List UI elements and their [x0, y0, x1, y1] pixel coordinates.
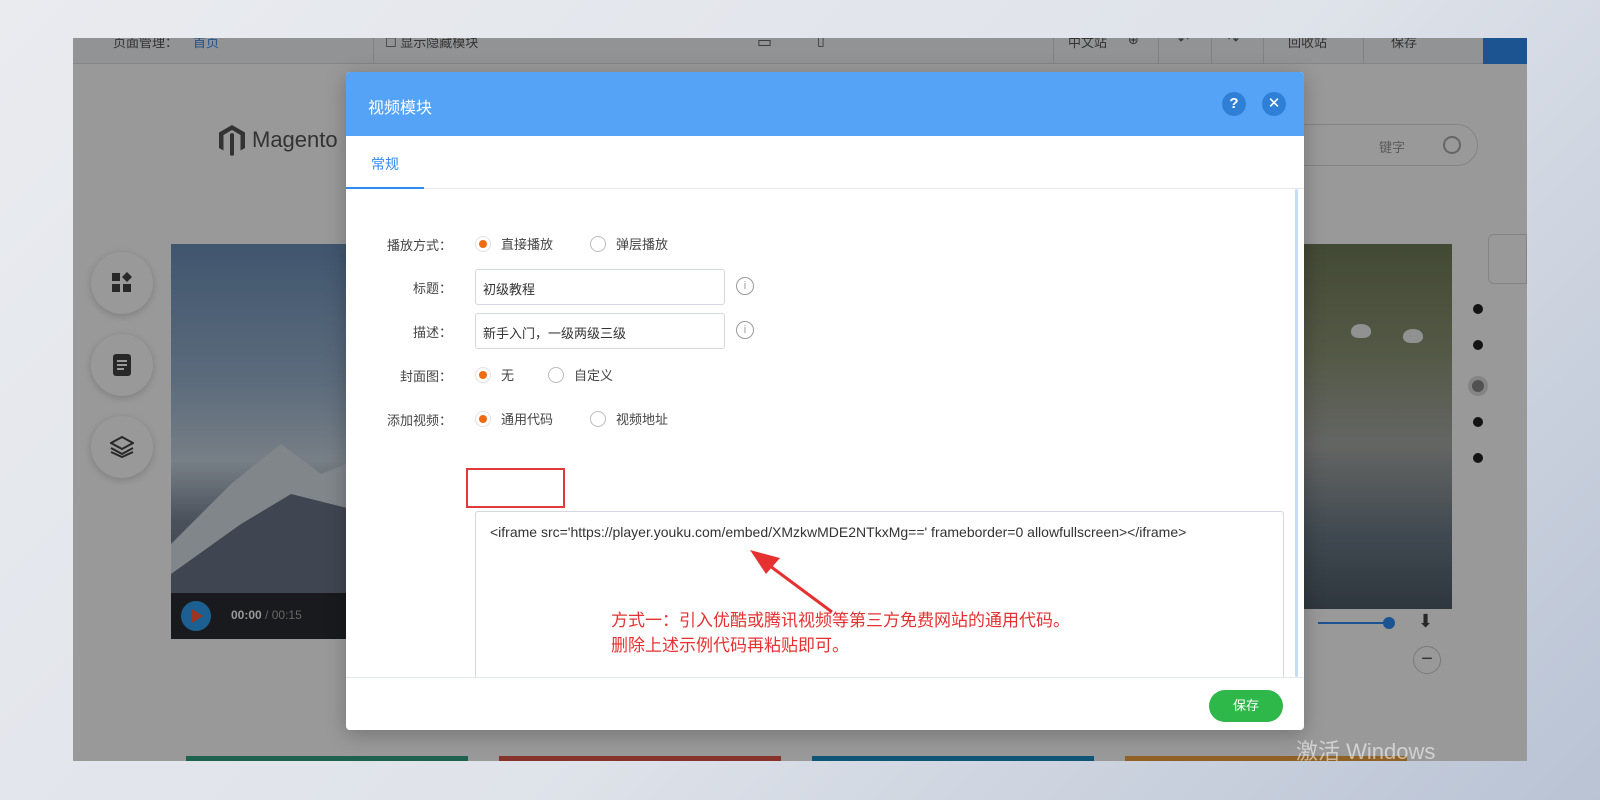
radio-indicator: [590, 235, 606, 252]
radio-indicator: [475, 366, 491, 383]
annotation-line-1: 方式一：引入优酷或腾讯视频等第三方免费网站的通用代码。: [611, 611, 1070, 631]
dialog-footer: 保存: [346, 677, 1304, 730]
radio-indicator: [590, 410, 606, 427]
radio-cover-custom[interactable]: 自定义: [548, 365, 613, 384]
add-video-label: 添加视频：: [386, 413, 452, 428]
radio-play-popup[interactable]: 弹层播放: [590, 234, 668, 253]
title-label: 标题：: [412, 281, 452, 296]
radio-indicator: [475, 410, 491, 427]
close-icon[interactable]: ✕: [1262, 92, 1286, 116]
dialog-header: 视频模块 ? ✕: [346, 72, 1304, 136]
annotation-line-2: 删除上述示例代码再粘贴即可。: [611, 636, 849, 656]
highlight-box: [466, 468, 565, 508]
form-scrollbar[interactable]: [1295, 189, 1298, 677]
annotation-text: 方式一：引入优酷或腾讯视频等第三方免费网站的通用代码。 删除上述示例代码再粘贴即…: [611, 609, 1070, 659]
dialog-tabs: 常规: [346, 136, 1304, 189]
info-icon[interactable]: i: [736, 321, 754, 339]
cover-label: 封面图：: [399, 369, 452, 384]
annotation-arrow: [750, 550, 833, 614]
play-mode-label: 播放方式：: [386, 238, 452, 253]
description-input[interactable]: 新手入门，一级两级三级: [475, 313, 725, 349]
radio-indicator: [475, 235, 491, 252]
title-input[interactable]: 初级教程: [475, 269, 725, 305]
save-button[interactable]: 保存: [1209, 690, 1283, 722]
help-icon[interactable]: ?: [1222, 92, 1246, 116]
dialog-form: 播放方式： 直接播放 弹层播放 标题： 初级教程 i 描述： 新手入门，一级两级…: [346, 189, 1304, 677]
dialog-title: 视频模块: [368, 100, 433, 117]
radio-cover-none[interactable]: 无: [475, 365, 514, 384]
windows-watermark: 激活 Windows: [1296, 739, 1436, 764]
radio-video-url[interactable]: 视频地址: [590, 409, 668, 428]
radio-play-direct[interactable]: 直接播放: [475, 234, 553, 253]
desc-label: 描述：: [412, 325, 452, 340]
radio-indicator: [548, 366, 564, 383]
info-icon[interactable]: i: [736, 277, 754, 295]
tab-general[interactable]: 常规: [346, 136, 424, 189]
radio-embed-code[interactable]: 通用代码: [475, 409, 553, 428]
video-module-dialog: 视频模块 ? ✕ 常规 播放方式： 直接播放 弹层播放 标题： 初级教程 i 描…: [346, 72, 1304, 730]
